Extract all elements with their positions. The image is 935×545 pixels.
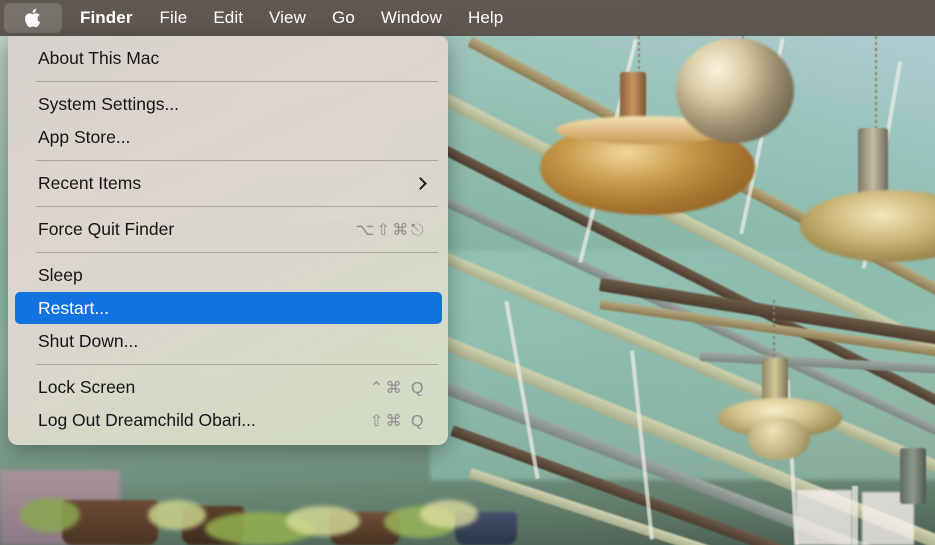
- menu-item-about-this-mac[interactable]: About This Mac: [8, 42, 448, 75]
- menu-item-sleep[interactable]: Sleep: [8, 259, 448, 292]
- menu-item-label: Sleep: [38, 265, 83, 285]
- menubar-item-go[interactable]: Go: [319, 0, 368, 36]
- menu-item-label: App Store...: [38, 127, 131, 147]
- menu-item-system-settings[interactable]: System Settings...: [8, 88, 448, 121]
- menubar-item-edit[interactable]: Edit: [200, 0, 256, 36]
- menu-item-restart[interactable]: Restart...: [8, 292, 448, 325]
- menubar-item-help[interactable]: Help: [455, 0, 516, 36]
- menu-item-log-out[interactable]: Log Out Dreamchild Obari... ⇧⌘ Q: [8, 404, 448, 437]
- menu-item-shortcut: ⌥⇧⌘⎋: [355, 221, 426, 239]
- apple-menu-button[interactable]: [4, 3, 62, 33]
- menu-item-app-store[interactable]: App Store...: [8, 121, 448, 154]
- menu-item-shut-down[interactable]: Shut Down...: [8, 325, 448, 358]
- menu-item-label: Restart...: [38, 298, 109, 318]
- menu-item-recent-items[interactable]: Recent Items: [8, 167, 448, 200]
- menu-item-label: System Settings...: [38, 94, 180, 114]
- menu-item-label: Recent Items: [38, 173, 142, 193]
- menu-item-shortcut: ⇧⌘ Q: [369, 412, 426, 430]
- apple-menu-dropdown: About This Mac System Settings... App St…: [8, 36, 448, 445]
- menubar-item-finder[interactable]: Finder: [62, 0, 147, 36]
- menubar-item-view[interactable]: View: [256, 0, 319, 36]
- desktop-screen: Finder File Edit View Go Window Help Abo…: [0, 0, 935, 545]
- menu-item-label: About This Mac: [38, 48, 160, 68]
- menu-separator: [36, 206, 438, 207]
- menu-separator: [36, 252, 438, 253]
- menu-bar: Finder File Edit View Go Window Help: [0, 0, 935, 36]
- menu-separator: [36, 160, 438, 161]
- chevron-right-icon: [415, 176, 426, 192]
- menu-item-label: Force Quit Finder: [38, 219, 175, 239]
- menu-item-label: Log Out Dreamchild Obari...: [38, 410, 256, 430]
- menu-item-lock-screen[interactable]: Lock Screen ⌃⌘ Q: [8, 371, 448, 404]
- apple-logo-icon: [24, 7, 42, 29]
- menu-separator: [36, 364, 438, 365]
- menu-item-label: Shut Down...: [38, 331, 139, 351]
- menubar-item-window[interactable]: Window: [368, 0, 455, 36]
- menu-item-shortcut: ⌃⌘ Q: [369, 379, 426, 397]
- menu-item-label: Lock Screen: [38, 377, 136, 397]
- menu-separator: [36, 81, 438, 82]
- menubar-item-file[interactable]: File: [147, 0, 201, 36]
- menu-item-force-quit-finder[interactable]: Force Quit Finder ⌥⇧⌘⎋: [8, 213, 448, 246]
